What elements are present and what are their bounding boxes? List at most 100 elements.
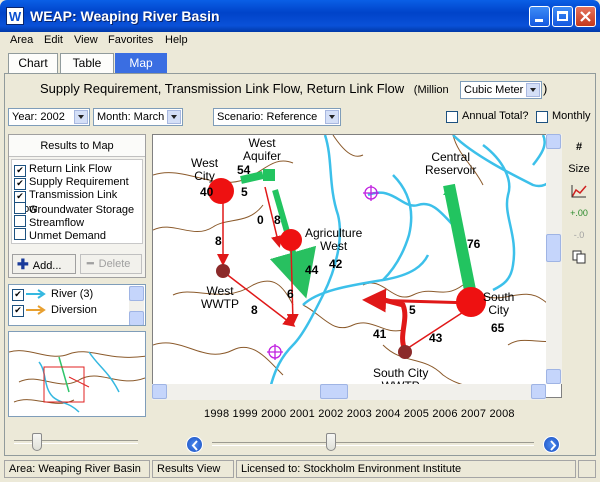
year-tick: 2003: [346, 408, 373, 420]
chevron-down-icon: [167, 110, 181, 124]
link-value: 54: [237, 163, 251, 177]
result-item-return-link-flow[interactable]: ✔ Return Link Flow: [14, 163, 112, 177]
menu-bar: Area Edit View Favorites Help: [4, 32, 596, 50]
agriculture-west-value: 42: [329, 257, 343, 271]
result-item-groundwater-storage[interactable]: Groundwater Storage: [14, 202, 134, 216]
agriculture-west-node: [280, 229, 302, 251]
delete-button[interactable]: ━ Delete: [80, 254, 142, 274]
south-city-node: [456, 287, 486, 317]
year-select[interactable]: Year: 2002: [8, 108, 90, 126]
chart-icon[interactable]: [566, 180, 592, 202]
scenario-select[interactable]: Scenario: Reference: [213, 108, 341, 126]
next-year-button[interactable]: [543, 436, 560, 453]
legend-diversion-label: Diversion: [51, 304, 97, 316]
diversion-arrow-icon: [26, 305, 46, 315]
plus-icon: ✚: [17, 256, 29, 272]
year-slider-track[interactable]: [212, 442, 534, 446]
label-toggle-button[interactable]: #: [566, 136, 592, 158]
decrease-decimals-icon[interactable]: -.0: [566, 224, 592, 246]
tab-table[interactable]: Table: [60, 53, 114, 73]
annual-total-checkbox[interactable]: [446, 111, 458, 123]
result-item-streamflow[interactable]: Streamflow: [14, 215, 84, 229]
link-value: 41: [373, 327, 387, 341]
chevron-down-icon: [74, 110, 88, 124]
menu-area[interactable]: Area: [10, 34, 33, 46]
copy-icon[interactable]: [566, 246, 592, 268]
checkbox-empty[interactable]: [14, 228, 26, 240]
minimize-button[interactable]: [529, 6, 550, 27]
maximize-button[interactable]: [552, 6, 573, 27]
schematic-map[interactable]: West Aquifer West City 40 Agriculture We…: [152, 134, 562, 398]
minus-icon: ━: [87, 258, 94, 270]
menu-view[interactable]: View: [74, 34, 98, 46]
tab-chart[interactable]: Chart: [8, 53, 58, 73]
result-item-label: Supply Requirement: [29, 176, 129, 188]
link-value: 43: [429, 331, 443, 345]
west-aquifer-node: [263, 169, 275, 181]
menu-favorites[interactable]: Favorites: [108, 34, 153, 46]
map-horizontal-scrollbar[interactable]: [152, 384, 546, 400]
resize-grip[interactable]: [578, 460, 596, 478]
zoom-slider-thumb[interactable]: [32, 433, 42, 451]
status-view: Results View: [152, 460, 234, 478]
map-vertical-scrollbar[interactable]: [546, 134, 562, 384]
checkbox-empty[interactable]: [14, 215, 26, 227]
checkbox-empty[interactable]: [14, 202, 26, 214]
south-city-value: 65: [491, 321, 505, 335]
check-icon[interactable]: ✔: [12, 305, 24, 317]
year-tick: 1998: [204, 408, 230, 420]
year-tick: 2004: [375, 408, 401, 420]
tab-map[interactable]: Map: [115, 53, 167, 73]
overview-map-drawing: [9, 350, 145, 413]
west-aquifer-label: West Aquifer: [243, 136, 282, 163]
status-area: Area: Weaping River Basin: [4, 460, 150, 478]
menu-edit[interactable]: Edit: [44, 34, 63, 46]
scenario-value: Scenario: Reference: [217, 111, 318, 123]
maximize-icon: [557, 11, 568, 21]
link-value: 5: [409, 303, 416, 317]
scroll-up-button[interactable]: [546, 134, 561, 149]
unit-prefix: (Million: [413, 84, 449, 96]
year-tick: 2000: [261, 408, 287, 420]
page-title: Supply Requirement, Transmission Link Fl…: [40, 81, 449, 96]
year-tick: 2001: [289, 408, 315, 420]
result-item-unmet-demand[interactable]: Unmet Demand: [14, 228, 106, 242]
scroll-down-button[interactable]: [546, 369, 561, 384]
scroll-left-button[interactable]: [152, 384, 167, 399]
delete-label: Delete: [98, 258, 131, 270]
previous-year-button[interactable]: [186, 436, 203, 453]
overview-map[interactable]: [8, 331, 146, 417]
year-slider-thumb[interactable]: [326, 433, 336, 451]
weap-app-icon[interactable]: W: [6, 7, 24, 25]
month-select[interactable]: Month: March: [93, 108, 183, 126]
results-title: Supply Requirement, Transmission Link Fl…: [40, 81, 405, 96]
link-value: 76: [467, 237, 481, 251]
river-arrow-icon: [26, 289, 46, 299]
west-city-value: 40: [200, 185, 214, 199]
increase-decimals-icon[interactable]: +.00: [566, 202, 592, 224]
status-bar: Area: Weaping River Basin Results View L…: [4, 460, 596, 478]
size-button[interactable]: Size: [566, 158, 592, 180]
result-item-supply-requirement[interactable]: ✔ Supply Requirement: [14, 176, 129, 190]
result-item-label: Return Link Flow: [29, 163, 112, 175]
link-value: 6: [287, 287, 294, 301]
link-value: 8: [251, 303, 258, 317]
check-icon[interactable]: ✔: [12, 289, 24, 301]
monthly-checkbox[interactable]: [536, 111, 548, 123]
year-tick: 2002: [318, 408, 344, 420]
scroll-right-button[interactable]: [531, 384, 546, 399]
unit-close-paren: ): [543, 81, 548, 96]
scroll-thumb[interactable]: [546, 234, 561, 262]
status-license: Licensed to: Stockholm Environment Insti…: [236, 460, 576, 478]
window-title: WEAP: Weaping River Basin: [30, 8, 220, 24]
year-tick: 2007: [460, 408, 487, 420]
scroll-thumb[interactable]: [320, 384, 348, 399]
close-button[interactable]: [575, 6, 596, 27]
legend-scrollbar[interactable]: [129, 286, 144, 325]
menu-help[interactable]: Help: [165, 34, 188, 46]
result-item-transmission-link-flow[interactable]: ✔Transmission Link Flow: [14, 189, 142, 215]
west-city-label: West City: [191, 156, 219, 183]
unit-select[interactable]: Cubic Meter: [460, 81, 542, 99]
add-button[interactable]: ✚ Add...: [12, 254, 76, 274]
agriculture-west-label: Agriculture West: [305, 226, 363, 253]
